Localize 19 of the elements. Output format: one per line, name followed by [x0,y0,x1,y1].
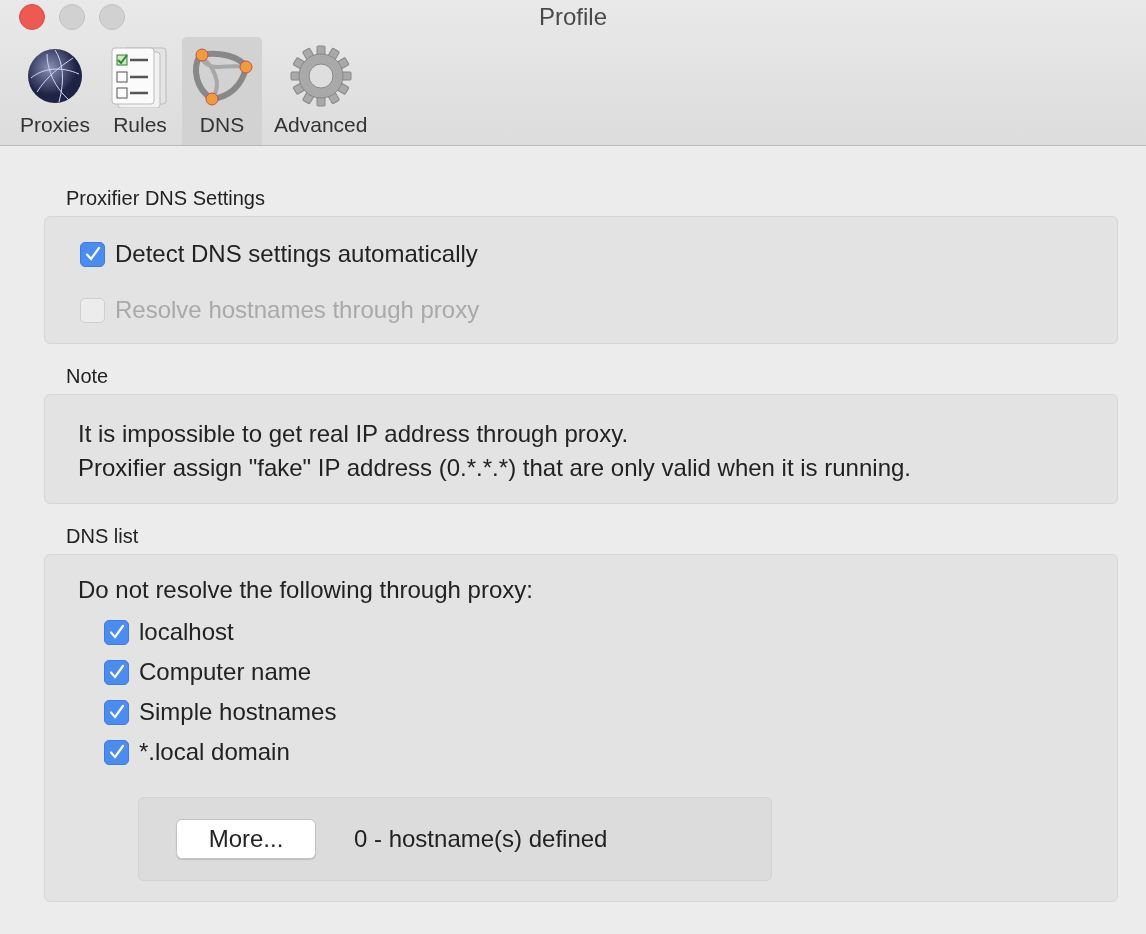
toolbar-tab[interactable]: Advanced [266,37,376,145]
toolbar-tab[interactable]: Proxies [12,37,99,145]
section-title: Note [66,364,110,388]
checkbox-label: Detect DNS settings automatically [115,239,478,269]
intro-text: Do not resolve the following through proxy: [78,575,534,605]
checkbox-label: Resolve hostnames through proxy [115,295,480,325]
more-button[interactable]: More... [176,819,316,859]
section-title: Proxifier DNS Settings [66,186,266,210]
hostname-count: 0 - hostname(s) defined [354,824,608,854]
note-text: Proxifier assign "fake" IP address (0.*.*.*) that are only valid when it is running. [78,453,912,483]
toolbar-tab[interactable]: Rules [102,37,179,145]
checkbox-label: Computer name [139,657,312,687]
checkbox-label: localhost [139,617,234,647]
checkbox-label: *.local domain [139,737,290,767]
checkbox-label: Simple hostnames [139,697,337,727]
section-title: DNS list [66,524,140,548]
note-text: It is impossible to get real IP address through proxy. [78,419,630,449]
toolbar-tab[interactable]: DNS [182,37,263,145]
window-title: Profile [539,3,607,30]
